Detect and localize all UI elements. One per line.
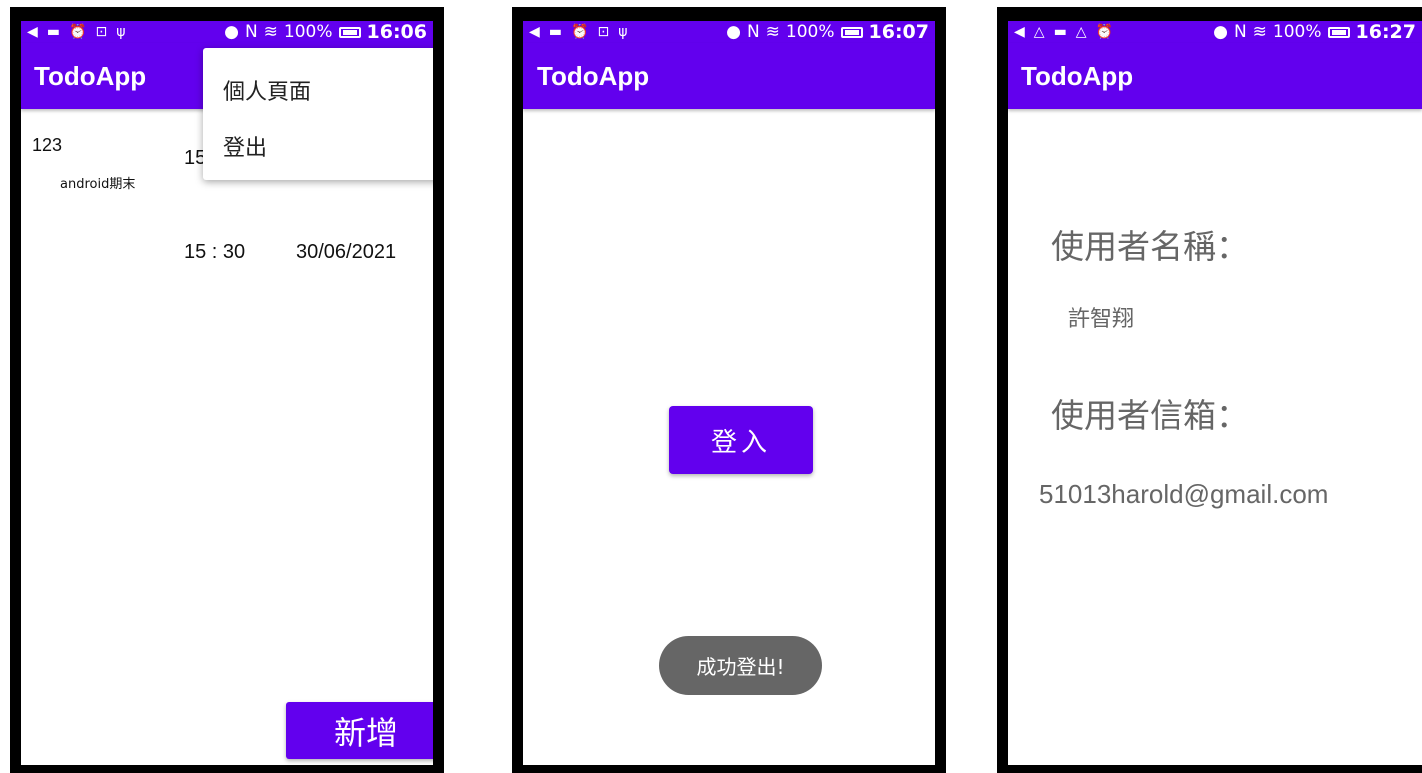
app-title: TodoApp [537,60,650,91]
alarm-icon: ⏰ [69,24,87,40]
app-bar: TodoApp [523,43,935,109]
drive-icon: △ [1033,24,1045,40]
back-arrow-icon: ◀ [529,24,540,40]
back-arrow-icon: ◀ [1014,24,1025,40]
image-icon: ▬ [548,24,563,40]
phone-frame-todo-list: ◀ ▬ ⏰ ⊡ ψ ● N ≋ 100% 16:06 TodoApp 123 a… [10,7,444,773]
battery-percent: 100% [785,22,835,42]
screen-todo-list: ◀ ▬ ⏰ ⊡ ψ ● N ≋ 100% 16:06 TodoApp 123 a… [21,21,433,765]
email-label: 使用者信箱： [1051,396,1249,435]
location-icon: ● [1213,22,1228,42]
add-button[interactable]: 新增 [286,702,433,759]
phone-frame-profile: ◀ △ ▬ △ ⏰ ● N ≋ 100% 16:27 TodoApp 使用者名稱… [997,7,1422,773]
menu-item-logout[interactable]: 登出 [223,130,267,162]
logout-toast: 成功登出! [659,636,822,695]
todo-item-subtitle: android期末 [60,177,136,192]
code-icon: ⊡ [95,24,108,40]
login-button[interactable]: 登入 [669,406,813,474]
clock: 16:07 [868,21,929,43]
nfc-icon: N [1233,22,1247,42]
phone-frame-login: ◀ ▬ ⏰ ⊡ ψ ● N ≋ 100% 16:07 TodoApp 登入 成功… [512,7,946,773]
screen-profile: ◀ △ ▬ △ ⏰ ● N ≋ 100% 16:27 TodoApp 使用者名稱… [1008,21,1422,765]
menu-item-profile[interactable]: 個人頁面 [223,74,311,106]
code-icon: ⊡ [597,24,610,40]
wifi-signal-icon: ≋ [1252,22,1267,42]
username-label: 使用者名稱： [1051,227,1249,266]
battery-icon [840,26,863,38]
drive-icon: △ [1075,24,1087,40]
nfc-icon: N [746,22,760,42]
image-icon: ▬ [1053,24,1067,40]
battery-icon [338,26,361,38]
image-icon: ▬ [46,24,61,40]
email-value: 51013harold@gmail.com [1039,479,1329,509]
todo-item-title[interactable]: 123 [32,135,62,156]
app-title: TodoApp [34,60,147,91]
usb-icon: ψ [116,24,126,40]
wifi-signal-icon: ≋ [263,22,278,42]
todo-item-time: 15 : 30 [184,241,246,263]
back-arrow-icon: ◀ [27,24,38,40]
usb-icon: ψ [618,24,628,40]
nfc-icon: N [244,22,258,42]
status-bar: ◀ △ ▬ △ ⏰ ● N ≋ 100% 16:27 [1008,21,1422,43]
app-bar: TodoApp [1008,43,1422,109]
status-bar: ◀ ▬ ⏰ ⊡ ψ ● N ≋ 100% 16:06 [21,21,433,43]
battery-percent: 100% [1272,22,1322,42]
todo-item-date: 30/06/2021 [296,241,397,263]
wifi-signal-icon: ≋ [765,22,780,42]
battery-percent: 100% [283,22,333,42]
overflow-menu: 個人頁面 登出 [203,48,433,180]
alarm-icon: ⏰ [1095,24,1114,40]
username-value: 許智翔 [1068,307,1135,332]
clock: 16:27 [1355,21,1416,43]
clock: 16:06 [366,21,427,43]
location-icon: ● [726,22,741,42]
app-title: TodoApp [1021,60,1134,91]
screen-login: ◀ ▬ ⏰ ⊡ ψ ● N ≋ 100% 16:07 TodoApp 登入 成功… [523,21,935,765]
status-bar: ◀ ▬ ⏰ ⊡ ψ ● N ≋ 100% 16:07 [523,21,935,43]
alarm-icon: ⏰ [571,24,589,40]
battery-icon [1327,26,1350,38]
location-icon: ● [224,22,239,42]
